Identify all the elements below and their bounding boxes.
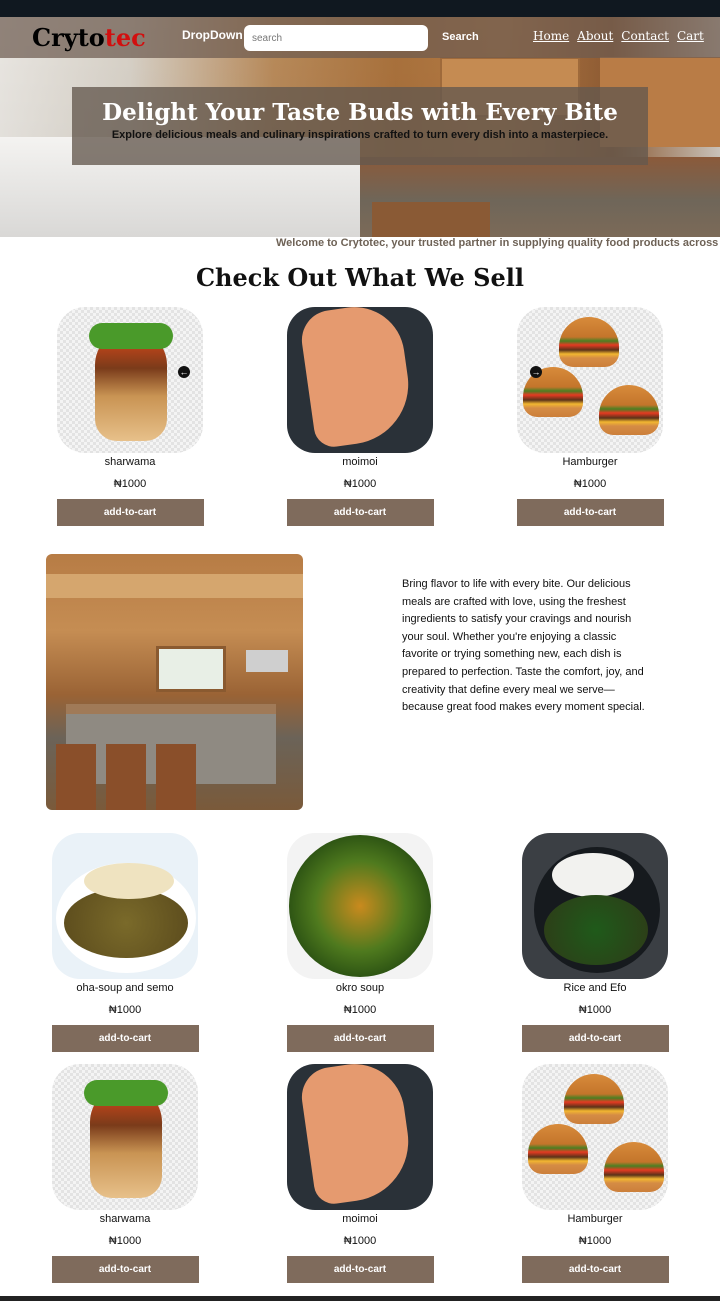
product-card: moimoi ₦1000 add-to-cart <box>286 307 434 526</box>
rice-efo-image <box>522 833 668 979</box>
kitchen-image <box>46 554 303 810</box>
nav-link-cart[interactable]: Cart <box>677 29 704 43</box>
shawarma-image <box>52 1064 198 1210</box>
product-price: ₦1000 <box>343 1004 377 1016</box>
nav-link-about[interactable]: About <box>577 29 613 43</box>
product-card: moimoi ₦1000 add-to-cart <box>286 1064 434 1283</box>
product-name: Hamburger <box>562 456 618 468</box>
product-name: Hamburger <box>567 1213 623 1225</box>
product-card: sharwama ₦1000 add-to-cart <box>51 1064 199 1283</box>
okro-soup-image <box>287 833 433 979</box>
welcome-marquee: Welcome to Crytotec, your trusted partne… <box>276 237 719 249</box>
product-price: ₦1000 <box>108 1235 142 1247</box>
moimoi-image <box>287 307 433 453</box>
footer-bar <box>0 1296 720 1301</box>
add-to-cart-button[interactable]: add-to-cart <box>286 499 434 526</box>
shawarma-image <box>57 307 203 453</box>
add-to-cart-button[interactable]: add-to-cart <box>286 1025 434 1052</box>
product-name: sharwama <box>99 1213 151 1225</box>
add-to-cart-button[interactable]: add-to-cart <box>521 1025 669 1052</box>
top-bar <box>0 0 720 17</box>
add-to-cart-button[interactable]: add-to-cart <box>51 1025 199 1052</box>
add-to-cart-button[interactable]: add-to-cart <box>516 499 664 526</box>
nav-link-contact[interactable]: Contact <box>621 29 669 43</box>
product-card: okro soup ₦1000 add-to-cart <box>286 833 434 1052</box>
arrow-right-icon[interactable]: → <box>530 366 542 378</box>
nav-links: Home About Contact Cart <box>533 29 704 43</box>
moimoi-image <box>287 1064 433 1210</box>
product-name: moimoi <box>342 1213 378 1225</box>
hero-stool <box>372 202 432 237</box>
logo-main: Cryto <box>32 23 105 52</box>
product-card: Hamburger ₦1000 add-to-cart <box>521 1064 669 1283</box>
hero-text-box: Delight Your Taste Buds with Every Bite … <box>72 87 648 165</box>
product-price: ₦1000 <box>343 1235 377 1247</box>
product-price: ₦1000 <box>578 1004 612 1016</box>
hero-subtitle: Explore delicious meals and culinary ins… <box>111 129 609 141</box>
product-price: ₦1000 <box>108 1004 142 1016</box>
dropdown-menu[interactable]: DropDown <box>182 28 243 42</box>
add-to-cart-button[interactable]: add-to-cart <box>51 1256 199 1283</box>
product-price: ₦1000 <box>578 1235 612 1247</box>
arrow-left-icon[interactable]: ← <box>178 366 190 378</box>
product-card: sharwama ₦1000 add-to-cart <box>56 307 204 526</box>
section-title: Check Out What We Sell <box>195 263 525 292</box>
product-name: okro soup <box>335 982 385 994</box>
product-name: oha-soup and semo <box>76 982 174 994</box>
nav-link-home[interactable]: Home <box>533 29 569 43</box>
product-price: ₦1000 <box>113 478 147 490</box>
logo[interactable]: Crytotec <box>32 23 146 52</box>
oha-soup-image <box>52 833 198 979</box>
product-card: Rice and Efo ₦1000 add-to-cart <box>521 833 669 1052</box>
hero-title: Delight Your Taste Buds with Every Bite <box>102 99 618 126</box>
hamburger-image <box>522 1064 668 1210</box>
product-price: ₦1000 <box>573 478 607 490</box>
navbar: Crytotec DropDown Search Home About Cont… <box>0 17 720 58</box>
product-card: oha-soup and semo ₦1000 add-to-cart <box>51 833 199 1052</box>
add-to-cart-button[interactable]: add-to-cart <box>286 1256 434 1283</box>
search-input[interactable] <box>244 25 428 51</box>
about-text: Bring flavor to life with every bite. Ou… <box>402 578 645 714</box>
product-price: ₦1000 <box>343 478 377 490</box>
add-to-cart-button[interactable]: add-to-cart <box>56 499 204 526</box>
add-to-cart-button[interactable]: add-to-cart <box>521 1256 669 1283</box>
product-card: Hamburger ₦1000 add-to-cart <box>516 307 664 526</box>
hamburger-image <box>517 307 663 453</box>
hero-stool <box>430 202 490 237</box>
product-name: sharwama <box>104 456 156 468</box>
logo-accent: tec <box>104 23 146 52</box>
product-name: Rice and Efo <box>563 982 627 994</box>
search-button[interactable]: Search <box>442 31 479 43</box>
product-name: moimoi <box>342 456 378 468</box>
